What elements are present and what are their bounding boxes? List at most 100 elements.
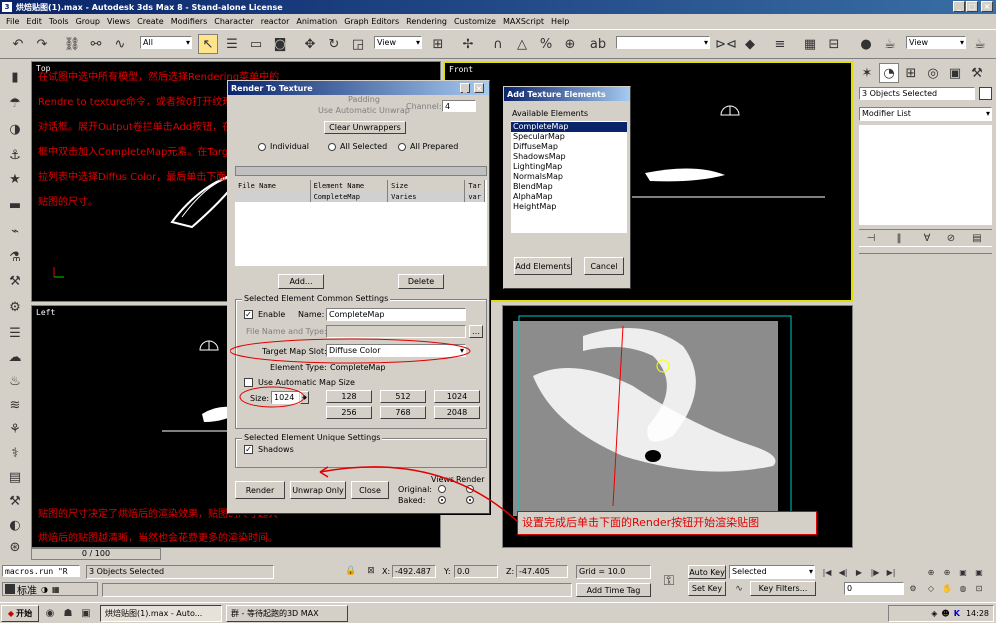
current-frame-field[interactable]: 0 (844, 582, 904, 595)
list-item[interactable]: NormalsMap (511, 172, 627, 182)
tab-particles-icon[interactable]: ★ (5, 169, 25, 189)
menu-edit[interactable]: Edit (26, 17, 42, 26)
maximize-viewport-icon[interactable]: ⊡ (972, 581, 986, 595)
quicklaunch-3-icon[interactable]: ▣ (78, 605, 94, 621)
task-3dsmax-button[interactable]: 烘焙贴图(1).max - Auto... (100, 605, 222, 622)
rtt-enable-checkbox[interactable]: ✓ (244, 310, 253, 319)
layer-manager-icon[interactable]: ≡ (770, 34, 790, 54)
lock-selection-icon[interactable]: 🔒 (344, 564, 358, 578)
color-swatch[interactable] (979, 87, 992, 100)
hierarchy-tab-icon[interactable]: ⊞ (901, 63, 921, 83)
list-item[interactable]: SpecularMap (511, 132, 627, 142)
rtt-delete-button[interactable]: Delete (398, 274, 444, 289)
tab-utilities-icon[interactable]: ⚒ (5, 491, 25, 511)
ime-icon[interactable] (5, 584, 15, 594)
configure-sets-icon[interactable]: ▤ (969, 230, 985, 246)
menu-animation[interactable]: Animation (296, 17, 337, 26)
schematic-view-icon[interactable]: ⊟ (824, 34, 844, 54)
key-mode-dropdown[interactable]: Selected ▾ (729, 565, 815, 579)
zoom-extents-all-icon[interactable]: ▣ (972, 565, 986, 579)
arc-rotate-icon[interactable]: ◍ (956, 581, 970, 595)
close-button[interactable]: × (981, 1, 993, 12)
maxscript-listener[interactable]: macros.run "R (2, 565, 80, 577)
menu-tools[interactable]: Tools (49, 17, 69, 26)
menu-group[interactable]: Group (76, 17, 100, 26)
menu-customize[interactable]: Customize (454, 17, 496, 26)
col-target[interactable]: Tar (464, 180, 485, 191)
window-crossing-icon[interactable]: ◙ (270, 34, 290, 54)
select-by-name-icon[interactable]: ☰ (222, 34, 242, 54)
menu-character[interactable]: Character (214, 17, 254, 26)
menu-graph-editors[interactable]: Graph Editors (344, 17, 399, 26)
pivot-center-icon[interactable]: ⊞ (428, 34, 448, 54)
menu-help[interactable]: Help (551, 17, 569, 26)
rtt-all-selected-radio[interactable] (328, 143, 336, 151)
tray-network-icon[interactable]: ◈ (931, 609, 937, 618)
pin-stack-icon[interactable]: ⊣ (863, 230, 879, 246)
display-tab-icon[interactable]: ▣ (945, 63, 965, 83)
key-mode-icon[interactable]: ⚿ (656, 568, 682, 594)
menu-modifiers[interactable]: Modifiers (171, 17, 208, 26)
select-link-icon[interactable]: ⛓ (62, 34, 82, 54)
rtt-shadows-checkbox[interactable]: ✓ (244, 445, 253, 454)
render-scene-icon[interactable]: ☕ (880, 34, 900, 54)
show-end-result-icon[interactable]: ‖ (891, 230, 907, 246)
rtt-all-prepared-radio[interactable] (398, 143, 406, 151)
pan-icon[interactable]: ✋ (940, 581, 954, 595)
table-row[interactable]: CompleteMap Varies var (235, 191, 485, 202)
goto-start-icon[interactable]: |◀ (820, 565, 834, 579)
rtt-rollout-bar[interactable] (235, 166, 487, 176)
tab-character-icon[interactable]: ⚘ (5, 419, 25, 439)
list-item[interactable]: ShadowsMap (511, 152, 627, 162)
rtt-individual-radio[interactable] (258, 143, 266, 151)
tray-k-icon[interactable]: K (954, 609, 960, 618)
tab-mr-icon[interactable]: ♨ (5, 371, 25, 391)
list-item[interactable]: CompleteMap (511, 122, 627, 132)
ref-coord-dropdown[interactable]: View ▾ (374, 36, 422, 49)
zoom-all-icon[interactable]: ⊕ (940, 565, 954, 579)
spinner-snap-icon[interactable]: ⊕ (560, 34, 580, 54)
tab-reactor-icon[interactable]: ≋ (5, 395, 25, 415)
modify-tab-icon[interactable]: ◔ (879, 63, 899, 83)
y-coord-field[interactable]: 0.0 (454, 565, 498, 578)
add-time-tag-button[interactable]: Add Time Tag (576, 583, 651, 597)
tab-bones-icon[interactable]: ⚕ (5, 443, 25, 463)
col-file-name[interactable]: File Name (235, 180, 311, 191)
tab-extra2-icon[interactable]: ⊛ (5, 537, 25, 557)
tab-nurbs-icon[interactable]: ⌁ (5, 221, 25, 241)
redo-icon[interactable]: ↷ (32, 34, 52, 54)
rect-selection-icon[interactable]: ▭ (246, 34, 266, 54)
select-object-icon[interactable]: ↖ (198, 34, 218, 54)
col-size[interactable]: Size (387, 180, 466, 191)
unlink-icon[interactable]: ⚯ (86, 34, 106, 54)
tab-helpers-icon[interactable]: ⚒ (5, 271, 25, 291)
auto-key-button[interactable]: Auto Key (688, 565, 726, 579)
ime-label[interactable]: 标准 (17, 582, 37, 597)
ate-element-list[interactable]: CompleteMap SpecularMap DiffuseMap Shado… (511, 121, 627, 233)
start-button[interactable]: ◆ 开始 (1, 605, 39, 622)
ime-keyboard-icon[interactable]: ▦ (52, 585, 60, 594)
rtt-element-list[interactable]: File Name Element Name Size Tar Complete… (235, 180, 487, 266)
quicklaunch-2-icon[interactable]: ☗ (60, 605, 76, 621)
bind-spacewarp-icon[interactable]: ∿ (110, 34, 130, 54)
quick-render-icon[interactable]: ☕ (970, 34, 990, 54)
material-editor-icon[interactable]: ● (856, 34, 876, 54)
z-coord-field[interactable]: -47.405 (516, 565, 568, 578)
snap-icon[interactable]: ∩ (488, 34, 508, 54)
curve-editor-icon[interactable]: ▦ (800, 34, 820, 54)
undo-icon[interactable]: ↶ (8, 34, 28, 54)
fov-icon[interactable]: ◇ (924, 581, 938, 595)
list-item[interactable]: AlphaMap (511, 192, 627, 202)
menu-reactor[interactable]: reactor (261, 17, 290, 26)
tab-extra1-icon[interactable]: ◐ (5, 515, 25, 535)
x-coord-field[interactable]: -492.487 (392, 565, 436, 578)
align-icon[interactable]: ◆ (740, 34, 760, 54)
menu-rendering[interactable]: Rendering (406, 17, 447, 26)
menu-create[interactable]: Create (137, 17, 164, 26)
manipulate-icon[interactable]: ✢ (458, 34, 478, 54)
rtt-name-field[interactable]: CompleteMap (326, 308, 466, 321)
menu-maxscript[interactable]: MAXScript (503, 17, 544, 26)
tab-lights-icon[interactable]: ⚓ (5, 145, 25, 165)
rotate-icon[interactable]: ↻ (324, 34, 344, 54)
list-item[interactable]: LightingMap (511, 162, 627, 172)
